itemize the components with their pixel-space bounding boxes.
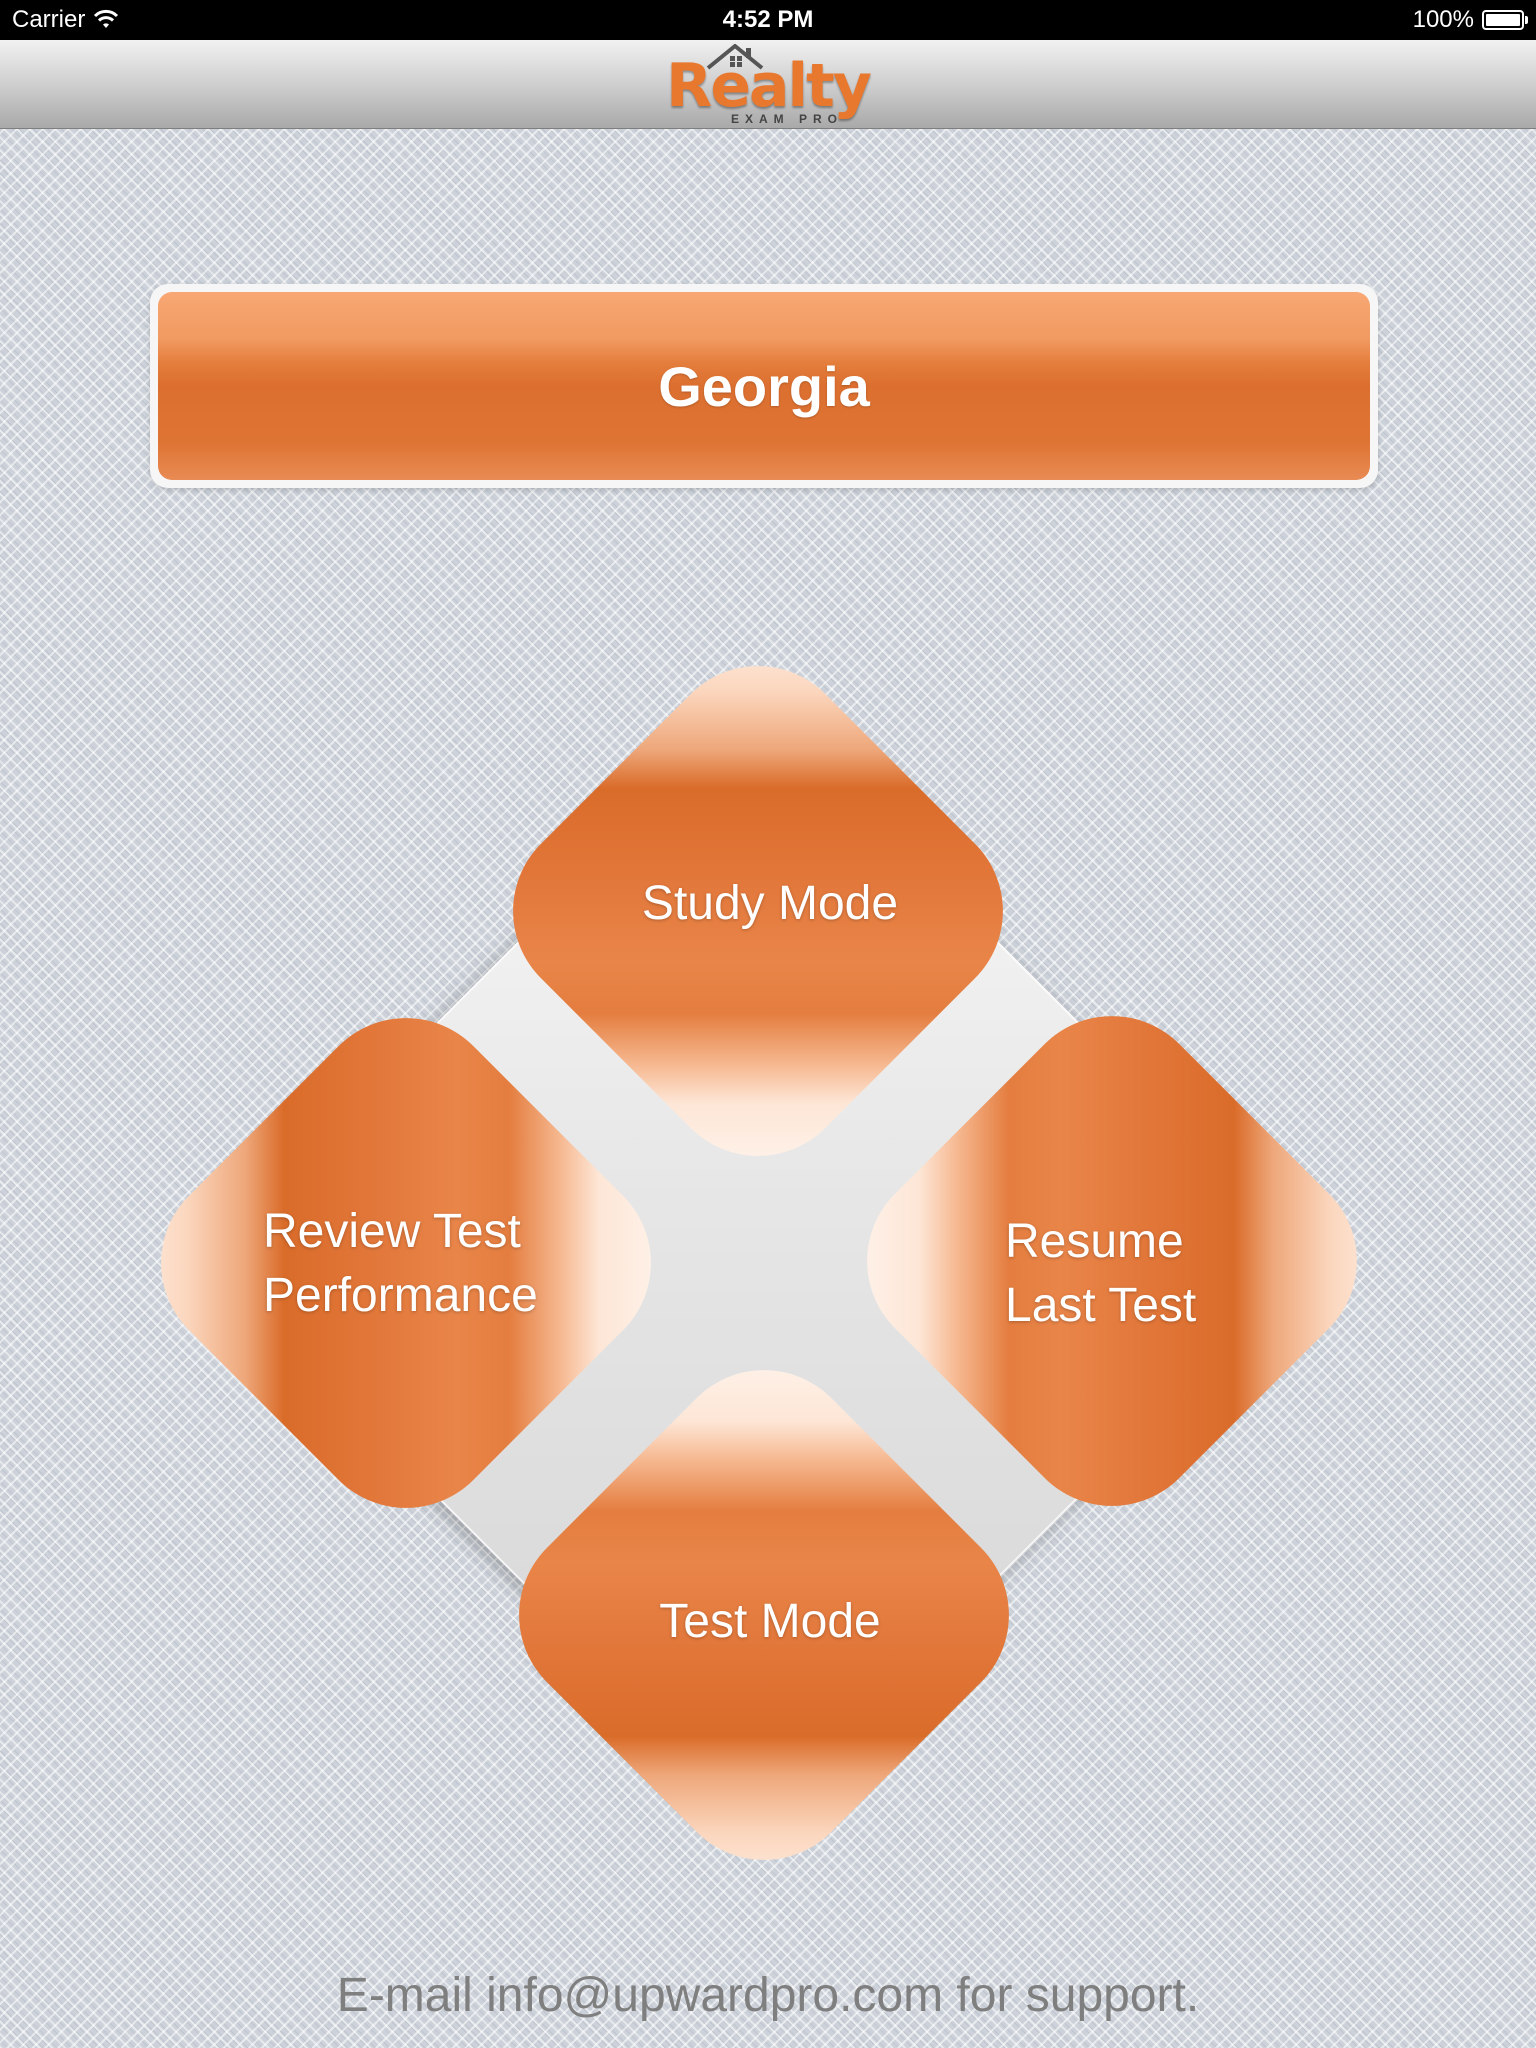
resume-last-test-label: Resume Last Test	[1005, 1210, 1196, 1338]
support-email-text: E-mail info@upwardpro.com for support.	[336, 1969, 1200, 2022]
battery-percent: 100%	[1412, 6, 1474, 33]
review-label-line2: Performance	[263, 1269, 538, 1322]
battery-icon	[1482, 10, 1528, 30]
resume-label-line2: Last Test	[1005, 1279, 1197, 1332]
resume-label-line1: Resume	[1005, 1215, 1184, 1268]
study-mode-label: Study Mode	[641, 877, 899, 930]
test-mode-label: Test Mode	[659, 1595, 881, 1648]
state-button-face[interactable]: Georgia	[158, 292, 1370, 480]
status-bar: Carrier 4:52 PM 100%	[0, 0, 1536, 40]
nav-bar: Realty EXAM PRO	[0, 40, 1536, 129]
review-label-line1: Review Test	[263, 1205, 521, 1258]
logo-text: Realty	[666, 51, 872, 121]
status-time: 4:52 PM	[722, 6, 814, 33]
battery-group: 100%	[1412, 6, 1528, 34]
state-label: Georgia	[658, 354, 870, 418]
review-test-performance-label: Review Test Performance	[263, 1200, 538, 1328]
logo-subtext: EXAM PRO	[730, 112, 843, 126]
realty-exam-pro-logo: Realty EXAM PRO	[664, 42, 872, 126]
state-button[interactable]: Georgia	[150, 284, 1378, 488]
